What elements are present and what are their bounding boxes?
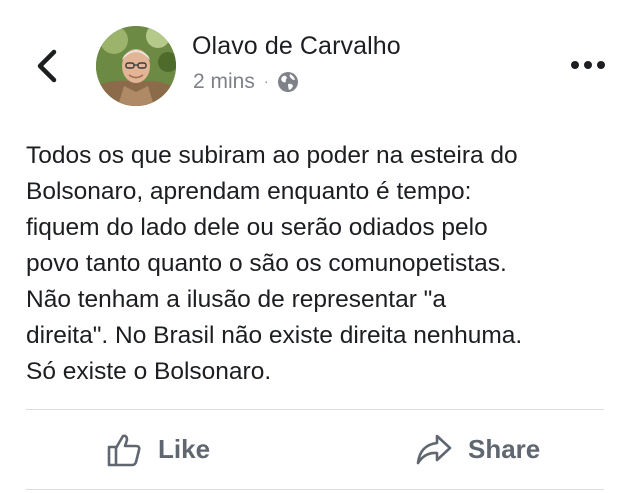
globe-icon [277,71,299,93]
back-button[interactable] [30,44,64,88]
post-text-line: Todos os que subiram ao poder na esteira… [26,142,518,169]
divider [26,489,604,490]
post-text-line: povo tanto quanto o são os comunopetista… [26,250,507,277]
post-header: Olavo de Carvalho 2 mins · [0,0,630,118]
thumbs-up-icon [104,430,144,470]
like-button[interactable]: Like [104,410,210,489]
share-button[interactable]: Share [414,410,540,489]
post-text-line: fiquem do lado dele ou serão odiados pel… [26,214,488,241]
meta-separator: · [263,73,269,89]
post-text-line: Não tenham a ilusão de representar "a [26,286,447,313]
share-label: Share [468,434,541,464]
chevron-left-icon [37,49,57,83]
share-arrow-icon [414,430,454,470]
avatar-image [96,26,176,106]
post-text-line: Bolsonaro, aprendam enquanto é tempo: [26,178,472,205]
more-options-button[interactable] [566,50,610,80]
author-name[interactable]: Olavo de Carvalho [192,32,401,61]
like-label: Like [158,434,211,464]
timestamp[interactable]: 2 mins [193,70,255,94]
post-text-line: direita". No Brasil não existe direita n… [26,322,523,349]
avatar[interactable] [96,26,176,106]
post-text: Todos os que subiram ao poder na esteira… [26,138,621,390]
post-meta: 2 mins · [193,70,299,94]
post-text-line: Só existe o Bolsonaro. [26,358,272,385]
more-dots-icon [571,61,605,69]
post-actions: Like Share [0,410,630,489]
